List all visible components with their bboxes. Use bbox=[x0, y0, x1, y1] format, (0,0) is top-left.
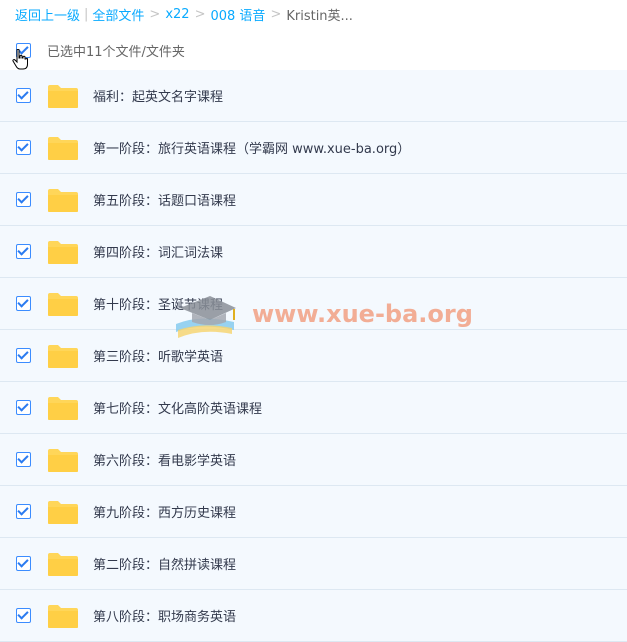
file-row[interactable]: 第九阶段：西方历史课程 bbox=[0, 486, 627, 538]
breadcrumb-separator: > bbox=[270, 6, 282, 22]
breadcrumb: 返回上一级 | 全部文件 > x22 > 008 语音 > Kristin英..… bbox=[15, 4, 353, 24]
folder-icon bbox=[48, 448, 78, 472]
file-name[interactable]: 第七阶段：文化高阶英语课程 bbox=[93, 398, 262, 417]
file-list: 福利：起英文名字课程 第一阶段：旅行英语课程（学霸网 www.xue-ba.or… bbox=[0, 70, 627, 642]
row-checkbox[interactable] bbox=[16, 192, 31, 207]
file-row[interactable]: 福利：起英文名字课程 bbox=[0, 70, 627, 122]
row-checkbox[interactable] bbox=[16, 608, 31, 623]
file-name[interactable]: 第二阶段：自然拼读课程 bbox=[93, 554, 236, 573]
row-checkbox[interactable] bbox=[16, 348, 31, 363]
file-row[interactable]: 第一阶段：旅行英语课程（学霸网 www.xue-ba.org） bbox=[0, 122, 627, 174]
selection-count-text: 已选中11个文件/文件夹 bbox=[47, 44, 185, 60]
file-name[interactable]: 第十阶段：圣诞节课程 bbox=[93, 294, 223, 313]
row-checkbox[interactable] bbox=[16, 400, 31, 415]
folder-icon bbox=[48, 500, 78, 524]
all-files-link[interactable]: 全部文件 bbox=[92, 5, 144, 24]
row-checkbox[interactable] bbox=[16, 452, 31, 467]
breadcrumb-item[interactable]: x22 bbox=[165, 7, 189, 22]
back-link[interactable]: 返回上一级 bbox=[15, 5, 80, 24]
breadcrumb-separator: > bbox=[149, 6, 161, 22]
file-name[interactable]: 第五阶段：话题口语课程 bbox=[93, 190, 236, 209]
file-name[interactable]: 第三阶段：听歌学英语 bbox=[93, 346, 223, 365]
folder-icon bbox=[48, 188, 78, 212]
hand-cursor-icon bbox=[12, 49, 28, 70]
file-name[interactable]: 第八阶段：职场商务英语 bbox=[93, 606, 236, 625]
file-row[interactable]: 第八阶段：职场商务英语 bbox=[0, 590, 627, 642]
folder-icon bbox=[48, 136, 78, 160]
file-row[interactable]: 第二阶段：自然拼读课程 bbox=[0, 538, 627, 590]
folder-icon bbox=[48, 604, 78, 628]
file-name[interactable]: 第六阶段：看电影学英语 bbox=[93, 450, 236, 469]
file-row[interactable]: 第四阶段：词汇词法课 bbox=[0, 226, 627, 278]
folder-icon bbox=[48, 240, 78, 264]
row-checkbox[interactable] bbox=[16, 140, 31, 155]
row-checkbox[interactable] bbox=[16, 504, 31, 519]
folder-icon bbox=[48, 552, 78, 576]
folder-icon bbox=[48, 396, 78, 420]
file-name[interactable]: 第四阶段：词汇词法课 bbox=[93, 242, 223, 261]
breadcrumb-item[interactable]: 008 语音 bbox=[210, 5, 265, 24]
file-row[interactable]: 第七阶段：文化高阶英语课程 bbox=[0, 382, 627, 434]
row-checkbox[interactable] bbox=[16, 244, 31, 259]
file-name[interactable]: 第九阶段：西方历史课程 bbox=[93, 502, 236, 521]
row-checkbox[interactable] bbox=[16, 556, 31, 571]
file-name[interactable]: 福利：起英文名字课程 bbox=[93, 86, 223, 105]
selection-bar: 已选中11个文件/文件夹 bbox=[0, 36, 627, 64]
folder-icon bbox=[48, 344, 78, 368]
file-row[interactable]: 第十阶段：圣诞节课程 bbox=[0, 278, 627, 330]
file-row[interactable]: 第五阶段：话题口语课程 bbox=[0, 174, 627, 226]
row-checkbox[interactable] bbox=[16, 88, 31, 103]
folder-icon bbox=[48, 84, 78, 108]
row-checkbox[interactable] bbox=[16, 296, 31, 311]
breadcrumb-divider: | bbox=[84, 6, 89, 22]
breadcrumb-separator: > bbox=[194, 6, 206, 22]
file-row[interactable]: 第三阶段：听歌学英语 bbox=[0, 330, 627, 382]
folder-icon bbox=[48, 292, 78, 316]
breadcrumb-current: Kristin英... bbox=[286, 8, 353, 24]
file-name[interactable]: 第一阶段：旅行英语课程（学霸网 www.xue-ba.org） bbox=[93, 138, 410, 157]
file-row[interactable]: 第六阶段：看电影学英语 bbox=[0, 434, 627, 486]
